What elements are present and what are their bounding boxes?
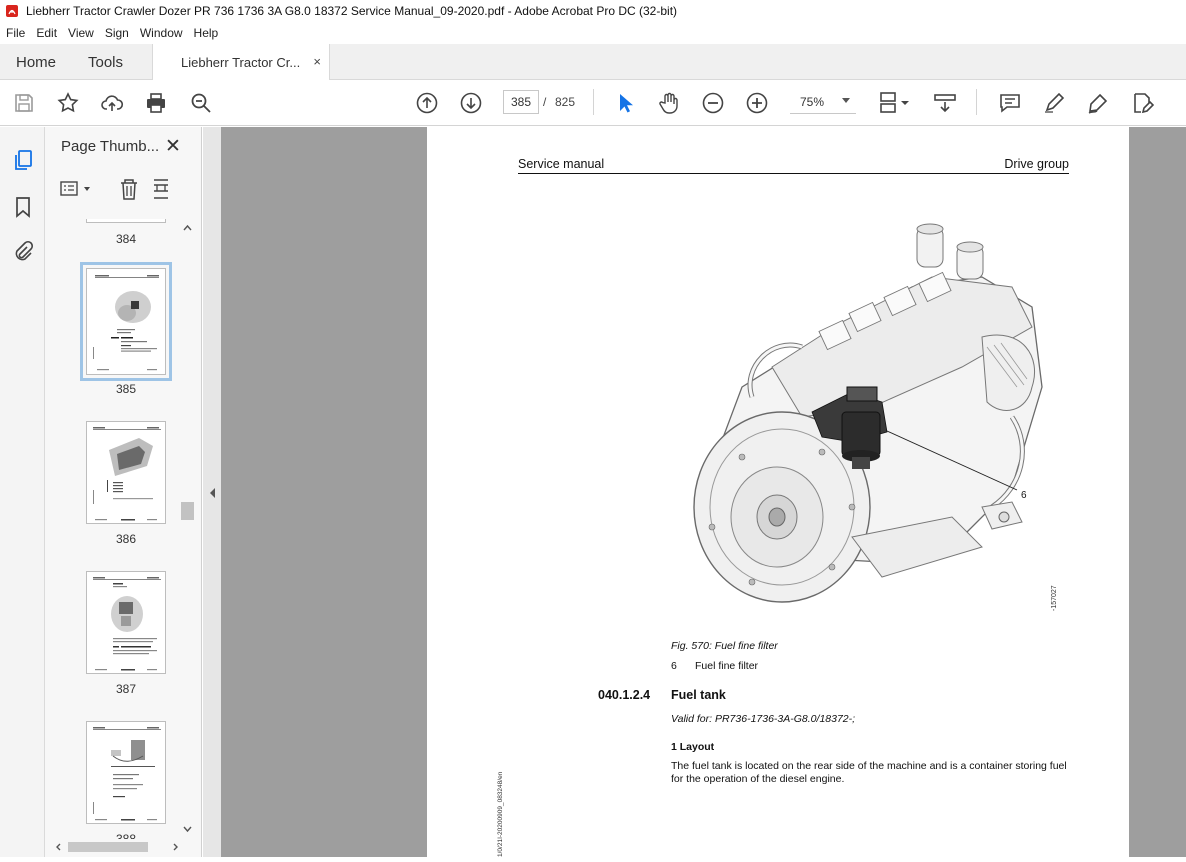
- close-panel-icon[interactable]: ✕: [165, 135, 181, 158]
- menu-window[interactable]: Window: [134, 26, 188, 40]
- page-header-left: Service manual: [518, 157, 605, 171]
- window-title: Liebherr Tractor Crawler Dozer PR 736 17…: [26, 4, 678, 18]
- thumbnails-panel: Page Thumb... ✕ 384 385 386 387 388: [45, 127, 202, 857]
- thumbnail-label: 384: [115, 232, 137, 246]
- legend-text: Fuel fine filter: [695, 660, 759, 672]
- page-header-right: Drive group: [1004, 157, 1069, 171]
- menu-view[interactable]: View: [62, 26, 99, 40]
- total-pages: 825: [555, 95, 576, 109]
- section-title: Fuel tank: [671, 688, 726, 702]
- thumbnail-label: 388: [115, 832, 137, 839]
- valid-for-text: Valid for: PR736-1736-3A-G8.0/18372-;: [671, 713, 856, 725]
- thumbnail-label: 387: [115, 682, 137, 696]
- tab-home[interactable]: Home: [16, 44, 56, 80]
- trash-icon: [121, 179, 137, 200]
- thumbnail-page[interactable]: [86, 421, 166, 524]
- thumbnail-page-selected[interactable]: [80, 262, 172, 381]
- acrobat-icon: [5, 4, 19, 18]
- toolbar-divider: [593, 89, 594, 115]
- comment-icon[interactable]: [998, 91, 1022, 115]
- thumbnail-label: 385: [115, 382, 137, 396]
- zoom-search-icon[interactable]: [189, 91, 213, 115]
- thumbnail-list: 384 385 386 387 388: [45, 219, 180, 839]
- figure-caption: Fig. 570: Fuel fine filter: [671, 640, 778, 652]
- figure-id: -157027: [1051, 585, 1058, 611]
- upload-cloud-icon[interactable]: [100, 91, 124, 115]
- close-tab-icon[interactable]: ×: [313, 54, 321, 69]
- zoom-select[interactable]: 75%: [790, 90, 856, 114]
- panel-title: Page Thumb...: [61, 138, 160, 155]
- scroll-mode-icon[interactable]: [933, 91, 957, 115]
- page-separator: /: [543, 95, 547, 109]
- attachment-icon[interactable]: [11, 240, 35, 264]
- tab-document-label: Liebherr Tractor Cr...: [181, 55, 301, 70]
- thumbnail-label: 386: [115, 532, 137, 546]
- pdf-page: Service manual Drive group 6 -157027 Fig…: [427, 127, 1129, 857]
- bookmark-icon[interactable]: [11, 195, 35, 219]
- subheading: 1 Layout: [671, 741, 715, 753]
- section-number: 040.1.2.4: [598, 688, 651, 702]
- collapse-panel-handle[interactable]: [203, 127, 221, 857]
- thumbnail-scrollbar[interactable]: [180, 219, 195, 839]
- menu-file[interactable]: File: [0, 26, 30, 40]
- callout-number: 6: [1021, 490, 1027, 501]
- select-cursor-icon[interactable]: [613, 91, 637, 115]
- left-rail: [0, 127, 45, 857]
- title-bar: Liebherr Tractor Crawler Dozer PR 736 17…: [0, 0, 1186, 22]
- tab-bar: Home Tools Liebherr Tractor Cr... ×: [0, 44, 1186, 81]
- print-icon[interactable]: [144, 91, 168, 115]
- chevron-down-icon: [842, 98, 850, 103]
- menu-help[interactable]: Help: [188, 26, 224, 40]
- page-layout-icon: [154, 179, 168, 199]
- chevron-left-icon: [210, 488, 215, 498]
- hand-tool-icon[interactable]: [657, 91, 681, 115]
- page-fit-icon[interactable]: [878, 91, 910, 115]
- side-document-code: 1/0/21I-20200909_083248/en: [497, 771, 504, 857]
- legend-number: 6: [671, 660, 677, 672]
- tab-tools[interactable]: Tools: [88, 44, 123, 80]
- document-viewer[interactable]: Service manual Drive group 6 -157027 Fig…: [221, 127, 1186, 857]
- save-icon[interactable]: [12, 91, 36, 115]
- previous-page-icon[interactable]: [415, 91, 439, 115]
- page-number-input[interactable]: 385: [503, 90, 539, 114]
- highlight-pen-icon[interactable]: [1042, 91, 1066, 115]
- thumbnail-horizontal-scrollbar[interactable]: [54, 840, 182, 854]
- menu-bar: File Edit View Sign Window Help: [0, 22, 1186, 44]
- panel-toolbar: [59, 177, 191, 203]
- zoom-out-icon[interactable]: [701, 91, 725, 115]
- thumbnail-page[interactable]: [86, 219, 166, 223]
- edit-pdf-icon[interactable]: [1130, 91, 1155, 115]
- star-icon[interactable]: [56, 91, 80, 115]
- header-rule: [518, 173, 1069, 174]
- menu-sign[interactable]: Sign: [99, 26, 134, 40]
- sign-icon[interactable]: [1086, 91, 1110, 115]
- thumbnail-page[interactable]: [86, 571, 166, 674]
- next-page-icon[interactable]: [459, 91, 483, 115]
- body-paragraph: The fuel tank is located on the rear sid…: [671, 760, 1067, 785]
- zoom-value: 75%: [800, 95, 825, 109]
- tab-document[interactable]: Liebherr Tractor Cr... ×: [152, 44, 330, 81]
- zoom-in-icon[interactable]: [745, 91, 769, 115]
- options-menu-icon: [60, 181, 90, 196]
- toolbar-divider: [976, 89, 977, 115]
- engine-illustration: [682, 217, 1072, 607]
- menu-edit[interactable]: Edit: [30, 26, 62, 40]
- page-thumbnails-icon[interactable]: [11, 148, 35, 172]
- thumbnail-page[interactable]: [86, 721, 166, 824]
